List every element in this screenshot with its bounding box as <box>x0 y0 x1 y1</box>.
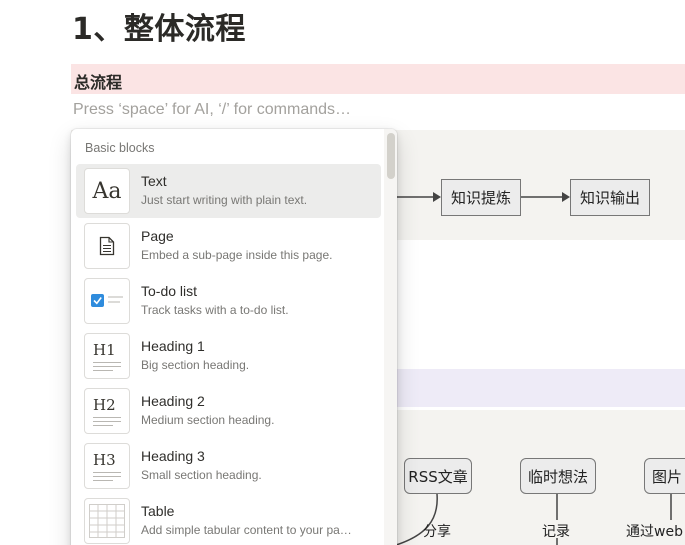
menu-item-table[interactable]: Table Add simple tabular content to your… <box>76 494 381 545</box>
slash-command-menu[interactable]: Basic blocks Aa Text Just start writing … <box>71 129 397 545</box>
node-image: 图片 <box>644 458 685 494</box>
heading3-icon: H3 <box>84 443 130 489</box>
menu-item-title: Text <box>141 173 167 189</box>
menu-item-title: To-do list <box>141 283 198 299</box>
menu-item-heading-1[interactable]: H1 Heading 1 Big section heading. <box>76 329 381 383</box>
menu-item-description: Just start writing with plain text. <box>141 193 308 207</box>
menu-item-description: Track tasks with a to-do list. <box>141 303 289 317</box>
node-rss-article: RSS文章 <box>404 458 472 494</box>
menu-scrollbar[interactable] <box>384 129 397 545</box>
callout-heading-block[interactable]: 总流程 <box>71 64 685 94</box>
menu-item-heading-3[interactable]: H3 Heading 3 Small section heading. <box>76 439 381 493</box>
edge-label-via-web: 通过web <box>626 524 683 540</box>
menu-item-title: Heading 1 <box>141 338 205 354</box>
heading1-icon: H1 <box>84 333 130 379</box>
menu-item-description: Add simple tabular content to your pa… <box>141 523 352 537</box>
menu-item-description: Embed a sub-page inside this page. <box>141 248 333 262</box>
table-icon <box>84 498 130 544</box>
node-knowledge-output: 知识输出 <box>570 179 650 216</box>
page-icon <box>84 223 130 269</box>
node-knowledge-refine: 知识提炼 <box>441 179 521 216</box>
text-aa-icon: Aa <box>84 168 130 214</box>
menu-section-label: Basic blocks <box>85 141 155 155</box>
menu-item-page[interactable]: Page Embed a sub-page inside this page. <box>76 219 381 273</box>
node-temp-idea: 临时想法 <box>520 458 596 494</box>
menu-item-text[interactable]: Aa Text Just start writing with plain te… <box>76 164 381 218</box>
callout-heading-text: 总流程 <box>74 73 123 92</box>
todo-checkbox-icon <box>84 278 130 324</box>
heading2-icon: H2 <box>84 388 130 434</box>
edge-label-share: 分享 <box>423 524 451 540</box>
edge-label-record: 记录 <box>542 524 570 540</box>
page-title: 1、整体流程 <box>72 12 246 47</box>
menu-item-title: Heading 2 <box>141 393 205 409</box>
menu-item-description: Medium section heading. <box>141 413 275 427</box>
menu-item-description: Small section heading. <box>141 468 262 482</box>
menu-item-title: Page <box>141 228 174 244</box>
menu-scrollbar-thumb[interactable] <box>387 133 395 179</box>
menu-item-title: Heading 3 <box>141 448 205 464</box>
menu-item-todo[interactable]: To-do list Track tasks with a to-do list… <box>76 274 381 328</box>
menu-item-description: Big section heading. <box>141 358 250 372</box>
menu-item-heading-2[interactable]: H2 Heading 2 Medium section heading. <box>76 384 381 438</box>
empty-block-placeholder[interactable]: Press ‘space’ for AI, ‘/’ for commands… <box>73 101 351 119</box>
menu-item-title: Table <box>141 503 175 519</box>
